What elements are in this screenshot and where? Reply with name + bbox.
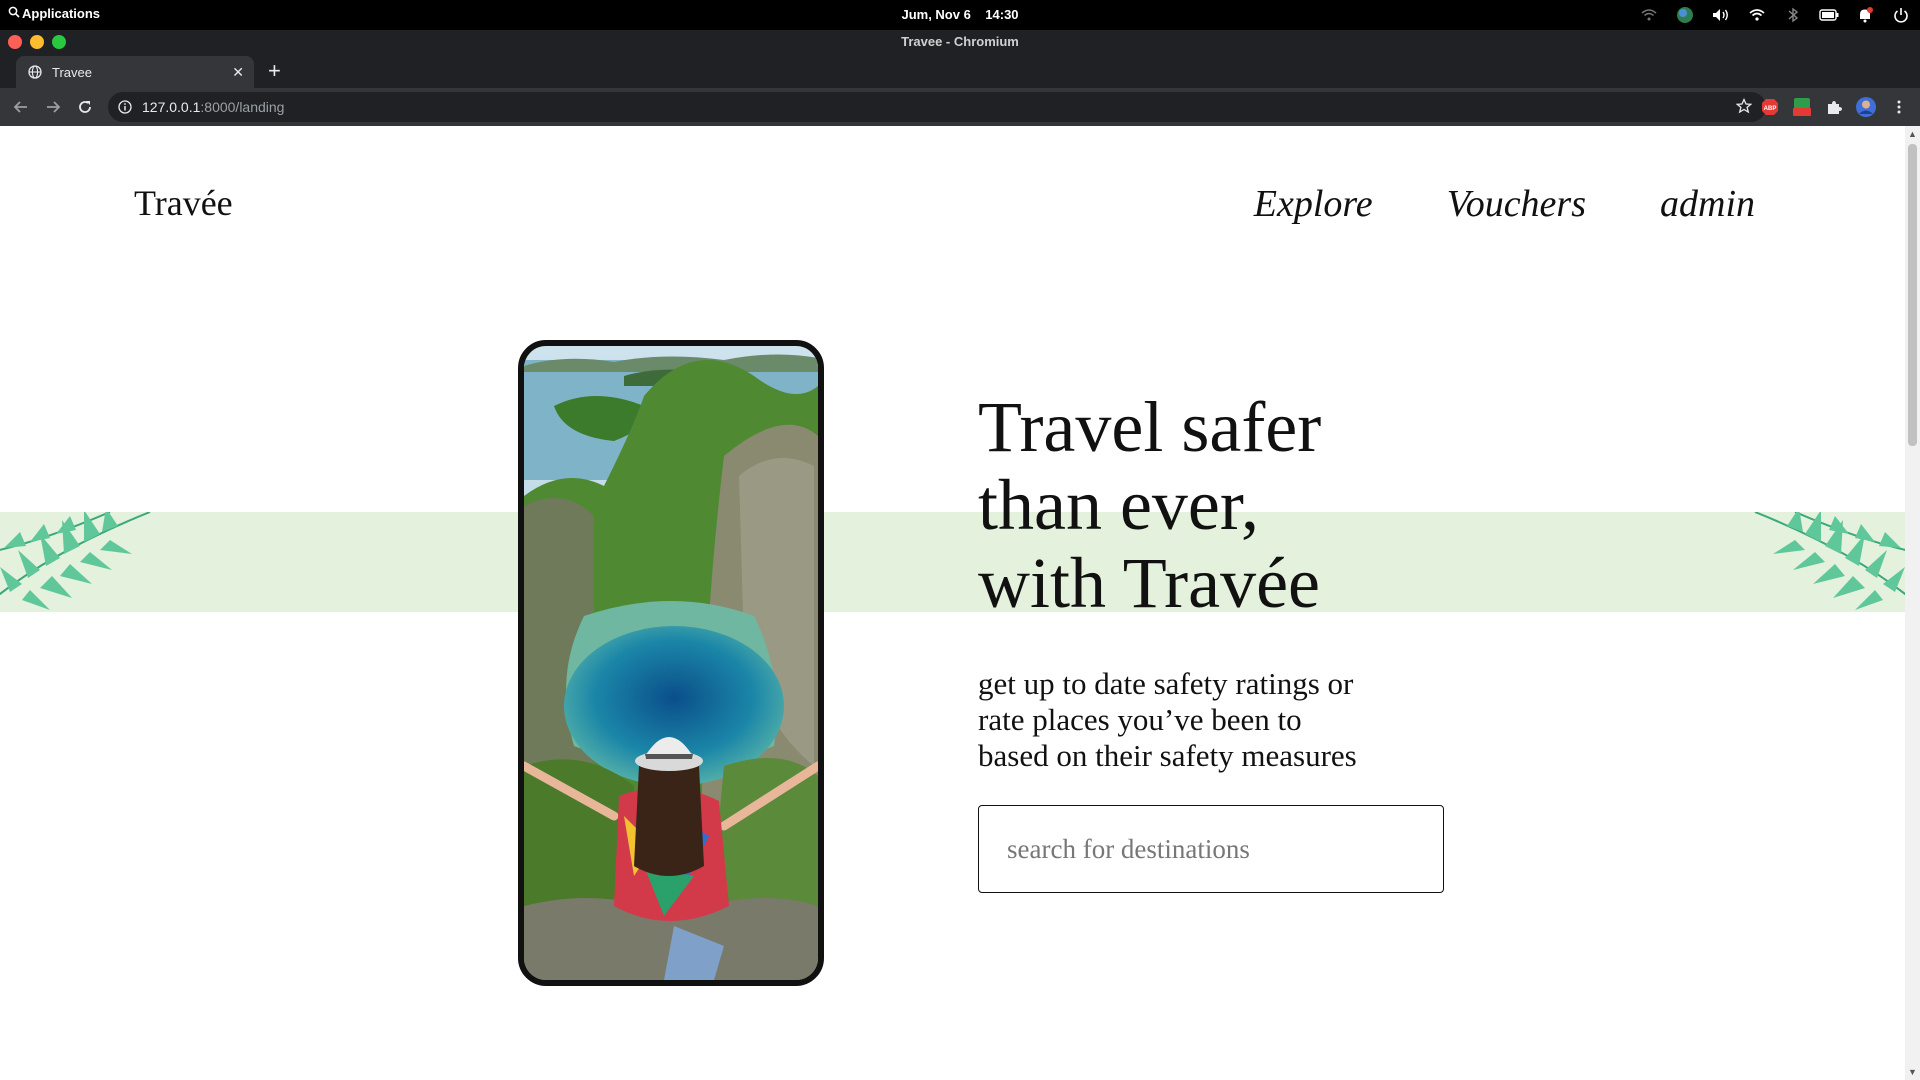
subtext-line-2: rate places you’ve been to — [978, 702, 1302, 737]
palm-leaves-left-decoration — [0, 512, 160, 612]
palm-leaves-right-decoration — [1745, 512, 1905, 612]
forward-button[interactable] — [42, 96, 64, 118]
notification-bell-icon[interactable] — [1854, 4, 1876, 26]
arrow-right-icon — [47, 101, 61, 113]
minimize-window-button[interactable] — [30, 35, 44, 49]
nav-explore[interactable]: Explore — [1254, 182, 1373, 226]
scroll-down-arrow-icon[interactable]: ▼ — [1908, 1067, 1917, 1077]
network-wifi-icon[interactable] — [1746, 4, 1768, 26]
close-window-button[interactable] — [8, 35, 22, 49]
nav-vouchers[interactable]: Vouchers — [1447, 182, 1586, 226]
hero-subtext: get up to date safety ratings or rate pl… — [978, 666, 1418, 774]
green-accent-band — [0, 512, 1905, 612]
tab-strip: Travee ✕ + — [0, 54, 1920, 88]
page-scrollbar[interactable]: ▲ ▼ — [1905, 126, 1920, 1080]
volume-icon[interactable] — [1710, 4, 1732, 26]
system-tray — [1638, 4, 1912, 26]
headline-line-2: than ever, — [978, 465, 1259, 545]
wifi-icon[interactable] — [1638, 4, 1660, 26]
window-titlebar: Travee - Chromium — [0, 30, 1920, 54]
bluetooth-off-icon[interactable] — [1782, 4, 1804, 26]
reload-icon — [79, 101, 91, 113]
main-nav: Explore Vouchers admin — [1254, 182, 1755, 226]
arrow-left-icon — [13, 101, 27, 113]
scroll-up-arrow-icon[interactable]: ▲ — [1908, 129, 1917, 139]
url-host: 127.0.0.1 — [142, 99, 201, 115]
new-tab-button[interactable]: + — [268, 60, 281, 82]
browser-toolbar: 127.0.0.1:8000/landing ABP — [0, 88, 1920, 126]
bookmark-star-icon[interactable] — [1735, 97, 1753, 117]
tab-title: Travee — [52, 64, 92, 80]
battery-icon[interactable] — [1818, 4, 1840, 26]
destination-search-input[interactable] — [978, 805, 1444, 893]
address-bar[interactable]: 127.0.0.1:8000/landing — [108, 92, 1766, 122]
brand-logo[interactable]: Travée — [134, 182, 233, 224]
maximize-window-button[interactable] — [52, 35, 66, 49]
applications-label: Applications — [22, 6, 101, 21]
search-icon — [8, 6, 20, 21]
adblock-icon[interactable]: ABP — [1759, 96, 1781, 118]
clock[interactable]: Jum, Nov 6 14:30 — [0, 7, 1920, 22]
close-tab-icon[interactable]: ✕ — [232, 64, 244, 81]
menu-kebab-icon[interactable] — [1888, 96, 1910, 118]
tab-travee[interactable]: Travee ✕ — [16, 56, 254, 88]
puzzle-extensions-icon[interactable] — [1823, 96, 1845, 118]
power-icon[interactable] — [1890, 4, 1912, 26]
headline-line-3: with Travée — [978, 543, 1320, 623]
counter-extension-icon[interactable] — [1791, 96, 1813, 118]
url-path: :8000/landing — [200, 99, 285, 115]
back-button[interactable] — [10, 96, 32, 118]
profile-avatar[interactable] — [1855, 96, 1877, 118]
reload-button[interactable] — [74, 96, 96, 118]
window-title: Travee - Chromium — [901, 34, 1019, 49]
subtext-line-3: based on their safety measures — [978, 738, 1357, 773]
scrollbar-thumb[interactable] — [1908, 144, 1917, 446]
phone-mockup-travel-photo — [518, 340, 824, 986]
clock-time: 14:30 — [985, 7, 1019, 22]
hero-headline: Travel safer than ever, with Travée — [978, 388, 1321, 622]
globe-app-icon[interactable] — [1674, 4, 1696, 26]
applications-menu[interactable]: Applications — [8, 6, 100, 21]
site-info-icon[interactable] — [118, 100, 132, 114]
page-viewport: Travée Explore Vouchers admin Travel saf… — [0, 126, 1905, 1080]
nav-admin[interactable]: admin — [1660, 182, 1755, 226]
system-top-bar: Applications Jum, Nov 6 14:30 — [0, 0, 1920, 30]
clock-date: Jum, Nov 6 — [901, 7, 971, 22]
headline-line-1: Travel safer — [978, 387, 1322, 467]
svg-text:ABP: ABP — [1764, 106, 1777, 112]
globe-favicon-icon — [28, 65, 42, 79]
subtext-line-1: get up to date safety ratings or — [978, 666, 1354, 701]
